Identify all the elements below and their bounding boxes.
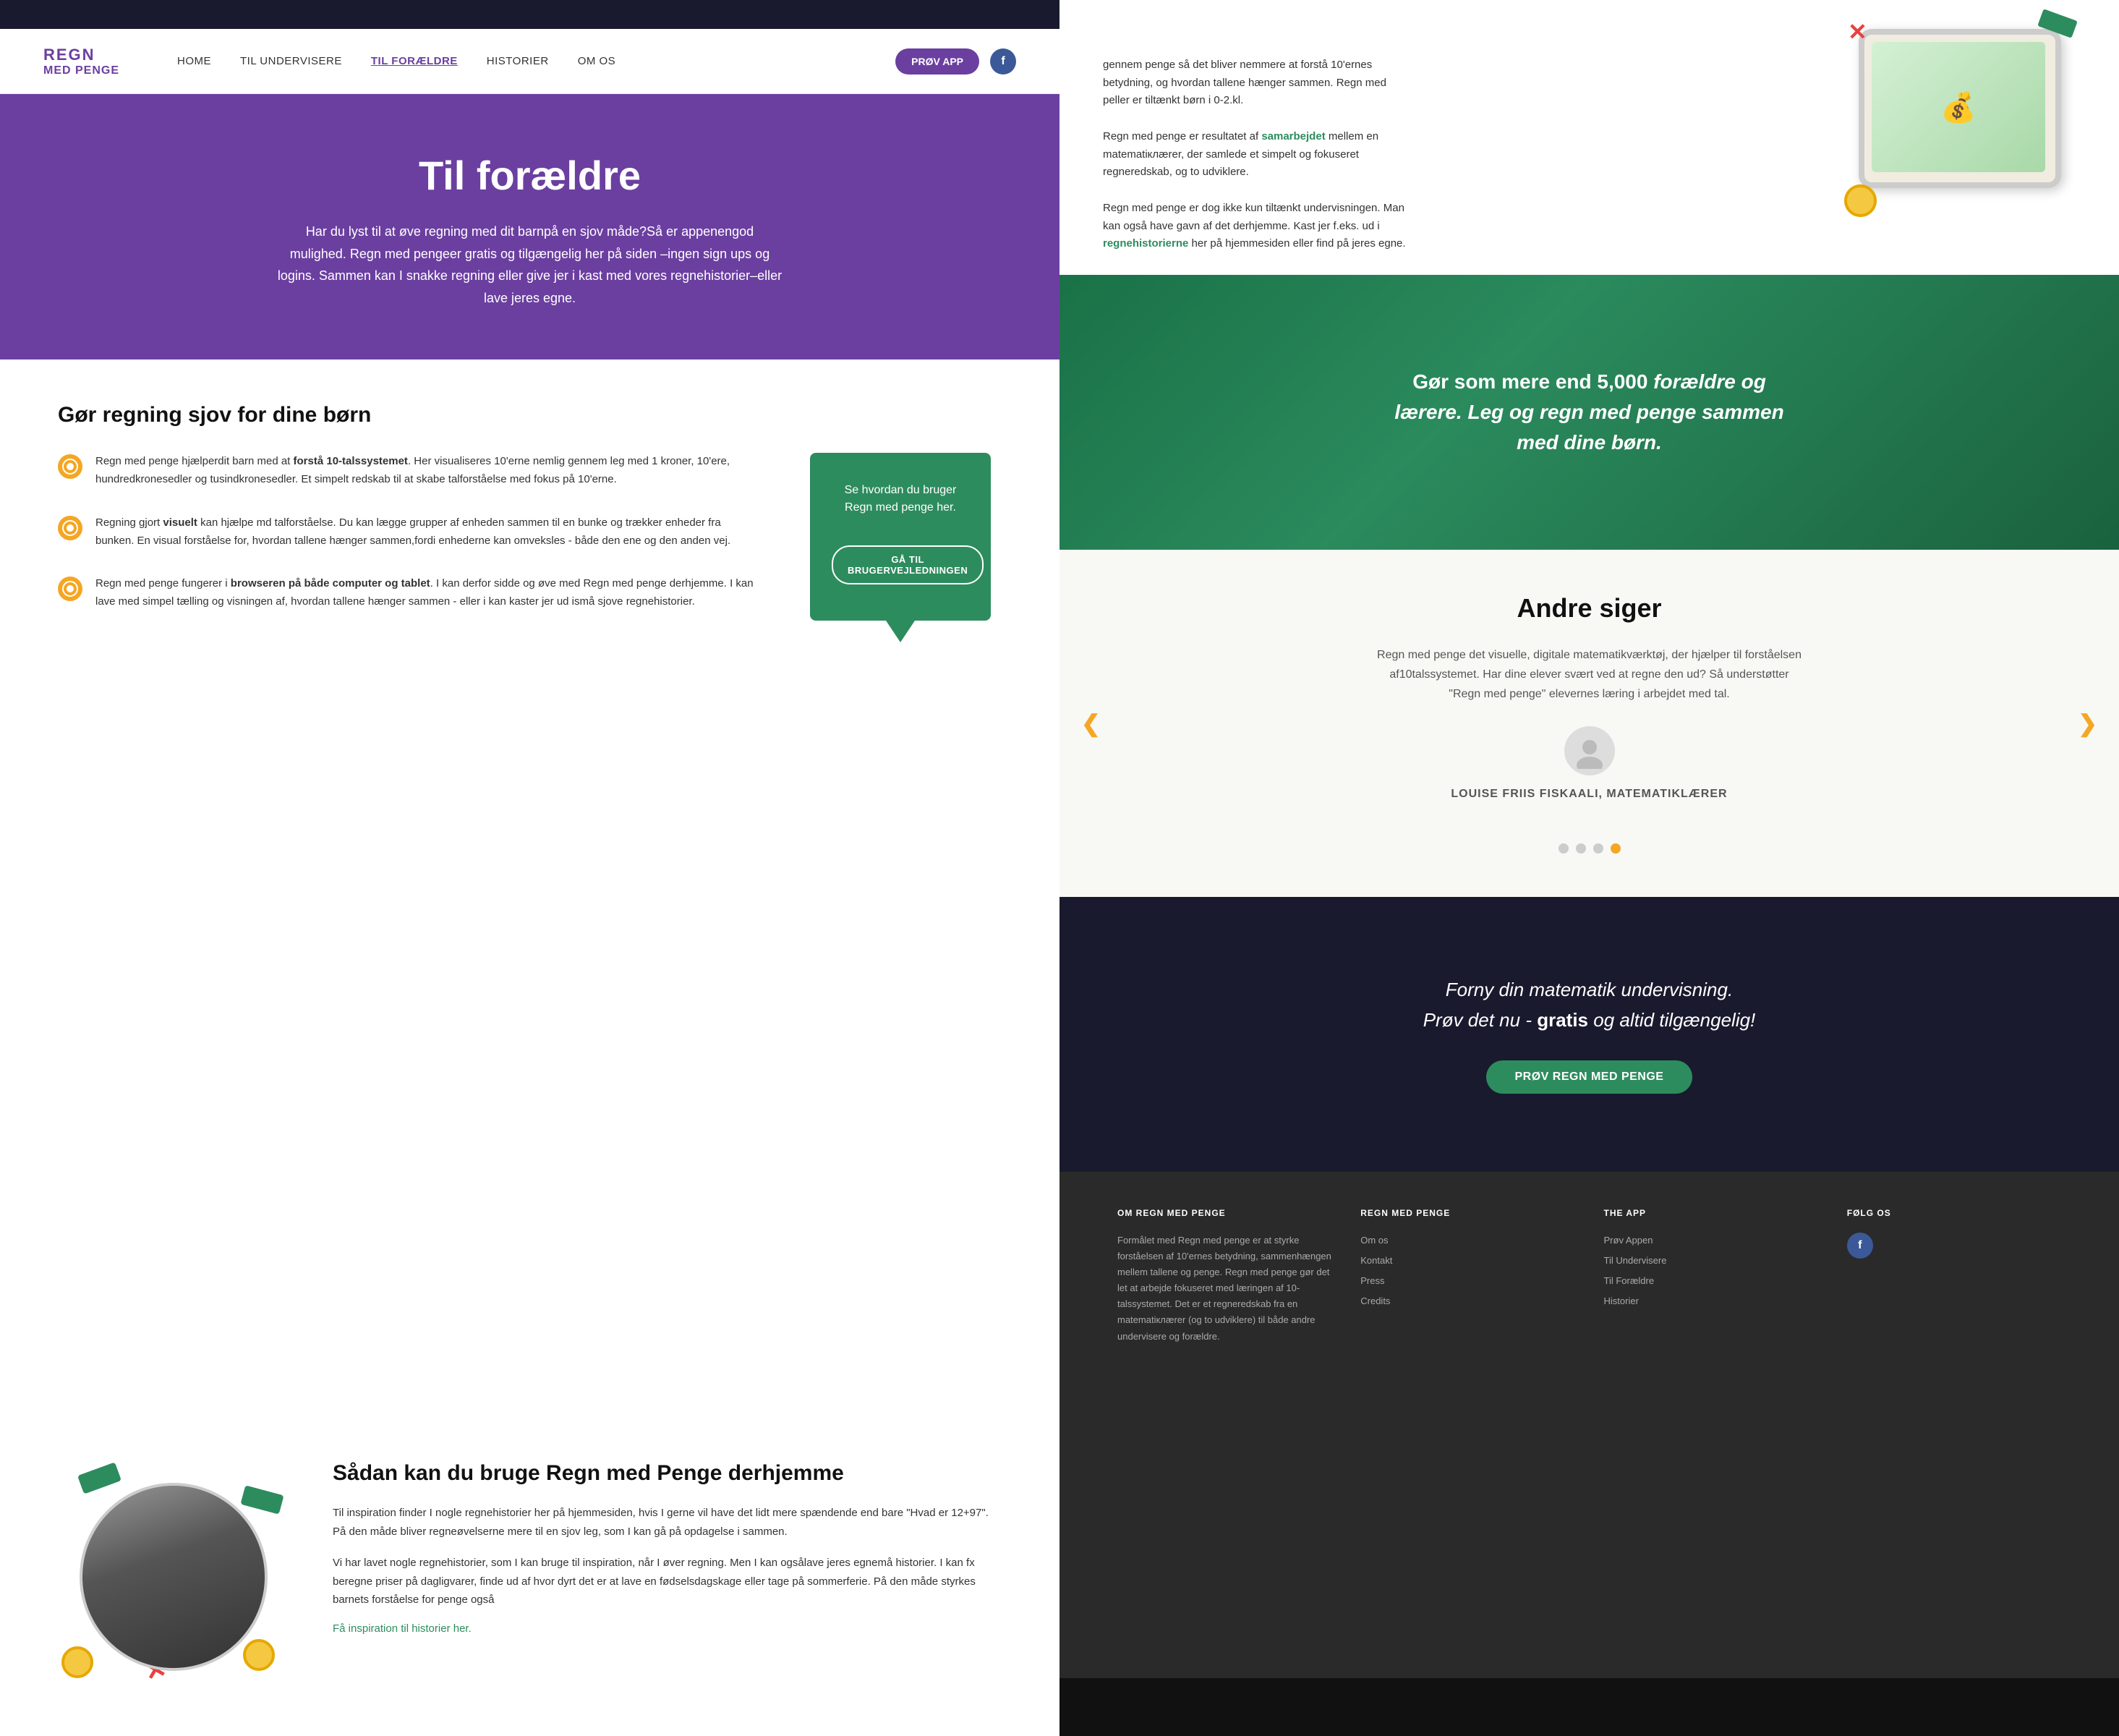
money-bill-deco-1 xyxy=(77,1462,121,1494)
footer-col-about: OM REGN MED PENGE Formålet med Regn med … xyxy=(1117,1208,1331,1642)
dot-2[interactable] xyxy=(1576,843,1586,854)
footer-col-follow: FØLG OS f xyxy=(1847,1208,2061,1642)
carousel-arrow-left[interactable]: ❮ xyxy=(1081,710,1101,737)
facebook-icon: f xyxy=(1001,55,1005,68)
sadan-text: Sådan kan du bruge Regn med Penge derhje… xyxy=(333,1461,1002,1635)
footer-col4-heading: FØLG OS xyxy=(1847,1208,2061,1218)
regnehistorierne-link[interactable]: regnehistorierne xyxy=(1103,237,1188,250)
nav-foraeldre[interactable]: TIL FORÆLDRE xyxy=(371,55,458,67)
tablet-shape: 💰 xyxy=(1859,29,2061,188)
features-list: Regn med penge hjælperdit barn med at fo… xyxy=(58,453,756,637)
carousel-dots xyxy=(1117,843,2061,854)
sadan-p1: Til inspiration finder I nogle regnehist… xyxy=(333,1504,1002,1541)
prov-app-button[interactable]: PRØV APP xyxy=(895,48,979,75)
navbar: REGN MED PENGE HOME TIL UNDERVISERE TIL … xyxy=(0,29,1060,94)
logo-bottom: MED PENGE xyxy=(43,64,119,77)
green-banner-content: Gør som mere end 5,000 forældre og lærer… xyxy=(1391,367,1788,458)
footer-til-undervisere[interactable]: Til Undervisere xyxy=(1604,1253,1818,1269)
nav-om-os[interactable]: OM OS xyxy=(578,55,616,67)
feature-icon-2 xyxy=(58,516,82,540)
right-column: gennem penge så det bliver nemmere at fo… xyxy=(1060,0,2119,1736)
sadan-link[interactable]: Få inspiration til historier her. xyxy=(333,1622,472,1635)
logo-top: REGN xyxy=(43,46,119,64)
nav-undervisere[interactable]: TIL UNDERVISERE xyxy=(240,55,342,67)
green-banner: Gør som mere end 5,000 forældre og lærer… xyxy=(1060,275,2119,550)
footer-col1-text: Formålet med Regn med penge er at styrke… xyxy=(1117,1233,1331,1345)
features-area: Regn med penge hjælperdit barn med at fo… xyxy=(58,453,1002,637)
footer-col1-heading: OM REGN MED PENGE xyxy=(1117,1208,1331,1218)
sadan-section: ✕ Sådan kan du bruge Regn med Penge derh… xyxy=(0,1432,1060,1736)
prov-regn-button[interactable]: PRØV REGN MED PENGE xyxy=(1486,1060,1693,1094)
footer-om-os[interactable]: Om os xyxy=(1360,1233,1574,1248)
footer-col-links: REGN MED PENGE Om os Kontakt Press Credi… xyxy=(1360,1208,1574,1642)
coin-deco-2 xyxy=(243,1639,275,1671)
green-banner-text: Gør som mere end 5,000 forældre og lærer… xyxy=(1391,367,1788,458)
call-box: Se hvordan du bruger Regn med penge her.… xyxy=(799,453,1002,637)
top-bar xyxy=(0,0,1060,29)
feature-item-3: Regn med penge fungerer i browseren på b… xyxy=(58,575,756,611)
coin-deco-1 xyxy=(61,1646,93,1678)
app-preview-p1: gennem penge så det bliver nemmere at fo… xyxy=(1103,56,1407,110)
app-preview-text: gennem penge så det bliver nemmere at fo… xyxy=(1103,56,1407,253)
footer: OM REGN MED PENGE Formålet med Regn med … xyxy=(1060,1172,2119,1678)
feature-item-2: Regning gjort visuelt kan hjælpe md talf… xyxy=(58,514,756,550)
footer-credits[interactable]: Credits xyxy=(1360,1293,1574,1309)
dot-1[interactable] xyxy=(1559,843,1569,854)
andre-body: Regn med penge det visuelle, digitale ma… xyxy=(1373,645,1807,705)
footer-prov-appen[interactable]: Prøv Appen xyxy=(1604,1233,1818,1248)
features-section: Gør regning sjov for dine børn Regn med … xyxy=(0,359,1060,1432)
hero-body: Har du lyst til at øve regning med dit b… xyxy=(277,221,783,309)
sadan-image-wrapper: ✕ xyxy=(58,1461,289,1693)
hero-section: Til forældre Har du lyst til at øve regn… xyxy=(0,94,1060,359)
footer-historier[interactable]: Historier xyxy=(1604,1293,1818,1309)
andre-heading: Andre siger xyxy=(1117,593,2061,624)
nav-home[interactable]: HOME xyxy=(177,55,211,67)
andre-name: LOUISE FRIIS FISKAALI, MATEMATIKLÆRER xyxy=(1451,784,1727,804)
features-heading: Gør regning sjov for dine børn xyxy=(58,403,1002,427)
bottom-bar xyxy=(1060,1678,2119,1736)
dot-4[interactable] xyxy=(1611,843,1621,854)
tablet-screen: 💰 xyxy=(1872,42,2045,172)
footer-kontakt[interactable]: Kontakt xyxy=(1360,1253,1574,1269)
footer-fb-label: f xyxy=(1858,1239,1862,1252)
sadan-p2: Vi har lavet nogle regnehistorier, som I… xyxy=(333,1554,1002,1609)
andre-section: ❮ Andre siger Regn med penge det visuell… xyxy=(1060,550,2119,897)
footer-col3-heading: THE APP xyxy=(1604,1208,1818,1218)
feature-text-2: Regning gjort visuelt kan hjælpe md talf… xyxy=(95,514,756,550)
x-deco-tablet: ✕ xyxy=(1848,18,1867,46)
feature-text-1: Regn med penge hjælperdit barn med at fo… xyxy=(95,453,756,489)
hero-title: Til forældre xyxy=(87,152,973,199)
bubble-text: Se hvordan du bruger Regn med penge her. xyxy=(832,482,969,516)
feature-icon-1 xyxy=(58,454,82,479)
carousel-arrow-right[interactable]: ❯ xyxy=(2078,710,2097,737)
dark-cta-section: Forny din matematik undervisning. Prøv d… xyxy=(1060,897,2119,1172)
feature-item-1: Regn med penge hjælperdit barn med at fo… xyxy=(58,453,756,489)
dot-3[interactable] xyxy=(1593,843,1603,854)
feature-icon-3 xyxy=(58,576,82,601)
samarbejdet-link[interactable]: samarbejdet xyxy=(1261,130,1325,142)
footer-facebook-icon[interactable]: f xyxy=(1847,1233,1873,1259)
facebook-button[interactable]: f xyxy=(990,48,1016,75)
app-preview-section: gennem penge så det bliver nemmere at fo… xyxy=(1060,0,2119,275)
sadan-image-circle xyxy=(80,1483,268,1671)
nav-links: HOME TIL UNDERVISERE TIL FORÆLDRE HISTOR… xyxy=(177,55,895,67)
avatar xyxy=(1564,726,1615,775)
app-preview-p3: Regn med penge er dog ikke kun tiltænkt … xyxy=(1103,200,1407,253)
logo: REGN MED PENGE xyxy=(43,46,119,77)
dark-cta-text: Forny din matematik undervisning. Prøv d… xyxy=(1423,975,1756,1035)
bubble-button[interactable]: GÅ TIL BRUGERVEJLEDNINGEN xyxy=(832,545,984,584)
money-bill-deco-2 xyxy=(240,1485,283,1514)
footer-til-foraeldre[interactable]: Til Forældre xyxy=(1604,1273,1818,1289)
speech-bubble: Se hvordan du bruger Regn med penge her.… xyxy=(810,453,991,621)
footer-col-app: THE APP Prøv Appen Til Undervisere Til F… xyxy=(1604,1208,1818,1642)
nav-historier[interactable]: HISTORIER xyxy=(487,55,549,67)
feature-text-3: Regn med penge fungerer i browseren på b… xyxy=(95,575,756,611)
sadan-heading: Sådan kan du bruge Regn med Penge derhje… xyxy=(333,1461,1002,1486)
coin-deco-tablet xyxy=(1844,184,1877,217)
left-column: REGN MED PENGE HOME TIL UNDERVISERE TIL … xyxy=(0,0,1060,1736)
footer-col2-heading: REGN MED PENGE xyxy=(1360,1208,1574,1218)
tablet-illustration: 💰 ✕ xyxy=(1844,14,2076,217)
footer-press[interactable]: Press xyxy=(1360,1273,1574,1289)
app-preview-p2: Regn med penge er resultatet af samarbej… xyxy=(1103,128,1407,182)
